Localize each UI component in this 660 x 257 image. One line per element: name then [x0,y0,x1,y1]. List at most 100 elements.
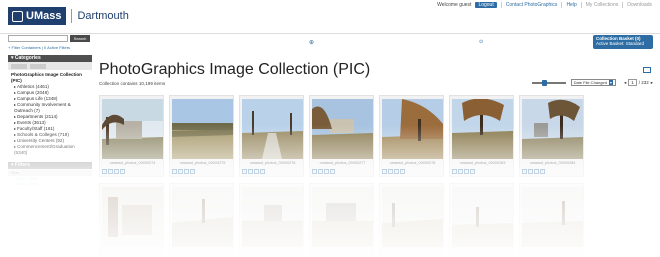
thumbnail-image[interactable] [522,99,583,159]
site-header: UMass Dartmouth Welcome guest Logout Con… [0,0,660,34]
categories-tab-a[interactable] [11,63,27,69]
contact-link[interactable]: Contact PhotoGraphics [500,2,557,8]
share-icon[interactable]: ⇧ [540,169,545,174]
share-icon[interactable]: ⇧ [260,169,265,174]
thumbnail-image[interactable] [312,99,373,159]
thumbnail-actions: + i ↓ ⇧ [172,169,196,174]
thumbnail-tile[interactable]: umassd_photos_00000277 + i ↓ ⇧ [309,95,374,177]
logout-button[interactable]: Logout [475,2,497,8]
filters-panel: ▾ Filters Year 2000 - 2009 2010 - 2013 [8,162,92,186]
share-icon[interactable]: ⇧ [400,169,405,174]
add-to-basket-icon[interactable]: + [242,169,247,174]
download-icon[interactable]: ↓ [114,169,119,174]
page-input[interactable]: 1 [628,79,637,86]
thumbnail-actions: + i ↓ ⇧ [242,169,266,174]
thumbnail-actions: + i ↓ ⇧ [102,169,126,174]
filter-links[interactable]: + Filter Containers | 0 Active Filters [8,45,92,52]
add-to-basket-icon[interactable]: + [172,169,177,174]
info-icon[interactable]: i [108,169,113,174]
item-count: Collection contains 10,199 items [99,81,166,86]
download-icon[interactable]: ↓ [254,169,259,174]
thumbnail-image[interactable] [102,187,163,247]
add-to-basket-icon[interactable]: + [312,169,317,174]
thumbnail-actions: + i ↓ ⇧ [382,169,406,174]
add-to-basket-icon[interactable]: + [452,169,457,174]
thumbnail-actions: + i ↓ ⇧ [452,169,476,174]
download-icon[interactable]: ↓ [464,169,469,174]
share-icon[interactable]: ⇧ [470,169,475,174]
next-page-icon[interactable]: ▸ [651,80,653,86]
thumbnail-image[interactable] [522,187,583,247]
info-icon[interactable]: i [248,169,253,174]
info-icon[interactable]: i [528,169,533,174]
thumbnail-tile[interactable]: umassd_photos_00000284 + i ↓ ⇧ [519,95,584,177]
add-to-basket-icon[interactable]: + [522,169,527,174]
info-icon[interactable]: i [458,169,463,174]
thumbnail-tile[interactable] [99,183,164,257]
share-icon[interactable]: ⇧ [120,169,125,174]
download-icon[interactable]: ↓ [324,169,329,174]
info-icon[interactable]: i [178,169,183,174]
downloads-link[interactable]: Downloads [622,2,652,8]
categories-tab-b[interactable] [30,63,46,69]
thumbnail-caption: umassd_photos_00000276 [249,161,296,165]
thumbnail-image[interactable] [382,99,443,159]
search-button[interactable]: Search [70,35,90,42]
logo[interactable]: UMass Dartmouth [8,7,129,25]
thumbnail-tile[interactable]: umassd_photos_00000274 + i ↓ ⇧ [99,95,164,177]
share-icon[interactable]: ⇧ [190,169,195,174]
thumbnail-tile[interactable] [449,183,514,257]
thumbnail-tile[interactable] [309,183,374,257]
share-icon[interactable]: ⇧ [330,169,335,174]
thumbnail-image[interactable] [242,99,303,159]
info-icon[interactable]: i [388,169,393,174]
thumbnail-actions: + i ↓ ⇧ [522,169,546,174]
thumbnail-tile[interactable] [169,183,234,257]
thumbnail-tile[interactable]: umassd_photos_00000278 + i ↓ ⇧ [379,95,444,177]
prev-page-icon[interactable]: ◂ [624,80,626,86]
thumbnail-image[interactable] [172,187,233,247]
logo-subtitle: Dartmouth [77,10,129,22]
thumbnail-tile[interactable]: umassd_photos_00000283 + i ↓ ⇧ [449,95,514,177]
page-title: PhotoGraphics Image Collection (PIC) [99,61,371,78]
help-link[interactable]: Help [561,2,577,8]
category-item[interactable]: Commencement/Graduation (5340) [11,144,89,156]
slider-knob[interactable] [541,79,547,86]
thumbnail-tile[interactable]: umassd_photos_00000276 + i ↓ ⇧ [239,95,304,177]
thumbnail-caption: umassd_photos_00000284 [529,161,576,165]
download-icon[interactable]: ↓ [534,169,539,174]
download-icon[interactable]: ↓ [184,169,189,174]
thumbnail-image[interactable] [382,187,443,247]
categories-header[interactable]: ▾ Categories [8,55,92,62]
category-title[interactable]: PhotoGraphics Image Collection (PIC) [11,72,89,84]
info-icon[interactable]: i [318,169,323,174]
add-to-basket-icon[interactable]: + [102,169,107,174]
category-list: PhotoGraphics Image Collection (PIC) Ath… [8,70,92,158]
thumbnail-tile[interactable] [239,183,304,257]
pager: ◂ 1 / 232 ▸ [622,79,653,86]
thumbnail-image[interactable] [452,99,513,159]
chevron-down-icon: ▾ [608,80,613,85]
results-toolbar: Date File Changed ▾ ◂ 1 / 232 ▸ [531,79,653,86]
share-icon[interactable] [643,67,651,73]
thumbnail-size-slider[interactable] [531,79,566,86]
pin-icon[interactable]: ⊙ [479,39,483,45]
thumbnail-tile[interactable] [379,183,444,257]
thumbnail-image[interactable] [172,99,233,159]
sort-select[interactable]: Date File Changed ▾ [570,79,616,86]
thumbnail-image[interactable] [312,187,373,247]
thumbnail-tile[interactable]: umassd_photos_00000275 + i ↓ ⇧ [169,95,234,177]
filters-header[interactable]: ▾ Filters [8,162,92,169]
category-item[interactable]: Community Involvement & Outreach (7) [11,102,89,114]
expand-icon[interactable]: ⊕ [309,39,314,46]
year-range[interactable]: 2010 - 2013 [8,181,92,186]
thumbnail-image[interactable] [242,187,303,247]
thumbnail-actions: + i ↓ ⇧ [312,169,336,174]
thumbnail-image[interactable] [452,187,513,247]
my-collections-link[interactable]: My Collections [580,2,618,8]
add-to-basket-icon[interactable]: + [382,169,387,174]
search-input[interactable] [8,35,68,42]
thumbnail-tile[interactable] [519,183,584,257]
thumbnail-image[interactable] [102,99,163,159]
download-icon[interactable]: ↓ [394,169,399,174]
